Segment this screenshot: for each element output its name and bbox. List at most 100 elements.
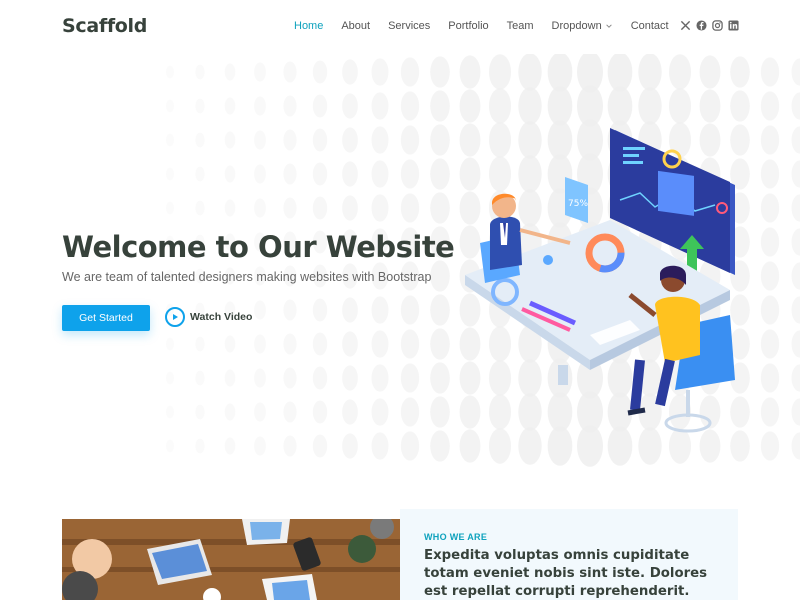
background-dot [312, 94, 328, 118]
background-dot [254, 334, 266, 354]
background-dot [400, 159, 420, 189]
background-dot [371, 398, 389, 426]
background-dot [312, 162, 328, 186]
hero-subtitle: We are team of talented designers making… [62, 270, 432, 284]
background-dot [371, 364, 389, 392]
background-dot [760, 363, 780, 393]
get-started-button[interactable]: Get Started [62, 305, 150, 331]
background-dot [283, 197, 297, 219]
linkedin-icon[interactable] [728, 20, 739, 31]
tablet-percent-label: 75% [568, 199, 588, 209]
background-dot [195, 370, 205, 386]
background-dot [607, 86, 633, 126]
background-dot [283, 435, 297, 457]
background-dot [668, 88, 692, 124]
background-dot [459, 89, 481, 123]
nav-portfolio[interactable]: Portfolio [448, 20, 488, 32]
background-dot [224, 335, 236, 353]
background-dot [312, 298, 328, 322]
instagram-icon[interactable] [712, 20, 723, 31]
background-dot [224, 63, 236, 81]
about-heading: Expedita voluptas omnis cupiditate totam… [424, 548, 708, 599]
background-dot [166, 65, 174, 79]
background-dot [254, 300, 266, 320]
nav-about[interactable]: About [341, 20, 370, 32]
background-dot [430, 396, 450, 428]
background-dot [760, 159, 780, 189]
background-dot [342, 433, 358, 459]
background-dot [791, 160, 800, 188]
background-dot [791, 126, 800, 154]
background-dot [699, 89, 721, 123]
background-dot [342, 93, 358, 119]
background-dot [430, 124, 450, 156]
background-dot [224, 403, 236, 421]
nav-home[interactable]: Home [294, 20, 323, 32]
nav-services[interactable]: Services [388, 20, 430, 32]
background-dot [488, 88, 512, 124]
background-dot [342, 127, 358, 153]
background-dot [400, 295, 420, 325]
background-dot [342, 399, 358, 425]
watch-video-link[interactable]: Watch Video [165, 307, 252, 327]
background-dot [283, 163, 297, 185]
hero-title: Welcome to Our Website [62, 230, 455, 264]
main-nav: Home About Services Portfolio Team Dropd… [294, 20, 687, 32]
chevron-down-icon [605, 24, 612, 28]
background-dot [224, 369, 236, 387]
background-dot [224, 199, 236, 217]
background-dot [371, 160, 389, 188]
background-dot [224, 97, 236, 115]
facebook-icon[interactable] [696, 20, 707, 31]
background-dot [254, 96, 266, 116]
background-dot [791, 58, 800, 86]
background-dot [760, 193, 780, 223]
floating-tablet: 75% [565, 177, 588, 223]
nav-contact[interactable]: Contact [631, 20, 669, 32]
background-dot [283, 367, 297, 389]
background-dot [400, 57, 420, 87]
background-dot [791, 194, 800, 222]
background-dot [312, 366, 328, 390]
background-dot [371, 194, 389, 222]
background-dot [312, 434, 328, 458]
background-dot [166, 99, 174, 113]
about-team-photo [62, 519, 400, 600]
background-dot [195, 404, 205, 420]
background-dot [430, 158, 450, 190]
background-dot [430, 260, 450, 292]
background-dot [254, 436, 266, 456]
background-dot [312, 196, 328, 220]
background-dot [166, 201, 174, 215]
background-dot [342, 195, 358, 221]
background-dot [760, 227, 780, 257]
background-dot [342, 365, 358, 391]
background-dot [400, 125, 420, 155]
background-dot [195, 438, 205, 454]
background-dot [760, 261, 780, 291]
background-dot [400, 193, 420, 223]
background-dot [547, 86, 573, 126]
background-dot [342, 297, 358, 323]
background-dot [166, 405, 174, 419]
nav-dropdown[interactable]: Dropdown [552, 20, 613, 32]
nav-team[interactable]: Team [507, 20, 534, 32]
background-dot [166, 133, 174, 147]
background-dot [430, 328, 450, 360]
hero-section: Welcome to Our Website We are team of ta… [0, 54, 800, 474]
background-dot [400, 363, 420, 393]
logo[interactable]: Scaffold [62, 15, 147, 37]
background-dot [283, 333, 297, 355]
background-dot [195, 132, 205, 148]
background-dot [791, 432, 800, 460]
background-dot [638, 87, 662, 125]
background-dot [791, 262, 800, 290]
background-dot [254, 62, 266, 82]
background-dot [760, 57, 780, 87]
background-dot [283, 129, 297, 151]
x-icon[interactable] [680, 20, 691, 31]
background-dot [224, 131, 236, 149]
background-dot [668, 54, 692, 90]
background-dot [760, 329, 780, 359]
background-dot [430, 294, 450, 326]
